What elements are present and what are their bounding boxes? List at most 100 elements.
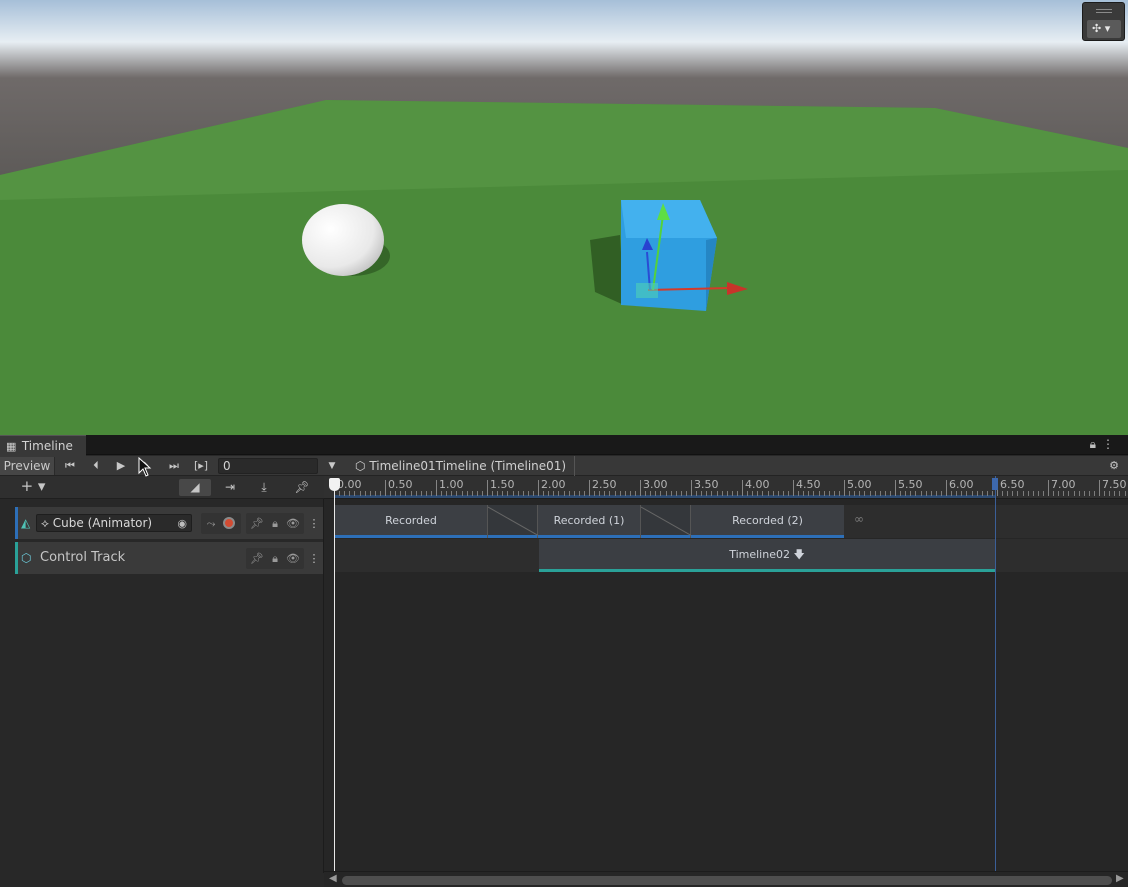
- track-header-control[interactable]: ⬡ Control Track 📌︎ 🔒︎ 👁︎ ⋮: [15, 542, 323, 574]
- timeline-selector-dropdown-icon[interactable]: ▼: [325, 457, 339, 475]
- ruler-label: 7.00: [1051, 478, 1076, 491]
- animator-icon: ⟡: [41, 516, 49, 530]
- ruler-minor-tick: [1104, 491, 1105, 496]
- time-ruler[interactable]: 0.00 0.50 1.00 1.50 2.00 2.50 3.00 3.50 4.00 4.50…: [324, 476, 1128, 499]
- ruler-minor-tick: [788, 491, 789, 496]
- ruler-major-tick: [1048, 480, 1049, 496]
- ruler-minor-tick: [645, 491, 646, 496]
- timeline-asset-icon: ⬡: [355, 459, 366, 473]
- add-track-button[interactable]: + ▾: [17, 479, 49, 496]
- ruler-minor-tick: [752, 491, 753, 496]
- film-icon: ▦: [6, 440, 17, 453]
- mix-mode-icon[interactable]: ⤓: [250, 479, 278, 496]
- ruler-minor-tick: [900, 491, 901, 496]
- ruler-minor-tick: [890, 491, 891, 496]
- ruler-minor-tick: [523, 491, 524, 496]
- ruler-minor-tick: [982, 491, 983, 496]
- timeline-end-handle[interactable]: [992, 478, 998, 490]
- scene-orientation-gizmo-icon[interactable]: ✣ ▾: [1087, 20, 1121, 38]
- scene-orientation-gizmo[interactable]: ✣ ▾: [1082, 2, 1125, 41]
- ruler-minor-tick: [1053, 491, 1054, 496]
- tab-menu-icons[interactable]: 🔒︎⋮: [1090, 437, 1120, 452]
- breadcrumb[interactable]: ⬡ Timeline01Timeline (Timeline01): [355, 457, 566, 475]
- ruler-minor-tick: [615, 491, 616, 496]
- ruler-label: 2.00: [541, 478, 566, 491]
- ruler-minor-tick: [1002, 491, 1003, 496]
- ruler-minor-tick: [528, 491, 529, 496]
- ruler-minor-tick: [344, 491, 345, 496]
- pin-icon[interactable]: 📌︎: [249, 550, 265, 567]
- animation-clip[interactable]: Recorded (2): [691, 505, 844, 538]
- ruler-minor-tick: [905, 491, 906, 496]
- track-header-animation[interactable]: ◭ ⟡ Cube (Animator) ◉ ⤳ 📌︎ 🔒︎ 👁︎ ⋮: [15, 507, 323, 539]
- ruler-major-tick: [895, 480, 896, 496]
- curves-icon[interactable]: ⤳: [203, 515, 219, 532]
- playhead-handle[interactable]: [329, 478, 340, 491]
- sphere-object[interactable]: [302, 204, 384, 276]
- play-icon[interactable]: ▶: [111, 457, 131, 475]
- object-picker-icon[interactable]: ◉: [177, 516, 187, 532]
- track-binding-field[interactable]: ⟡ Cube (Animator) ◉: [36, 514, 192, 532]
- blend-region[interactable]: [487, 505, 539, 538]
- play-range-icon[interactable]: [▸]: [190, 457, 212, 475]
- track-more-icon[interactable]: ⋮: [308, 515, 320, 532]
- eye-icon[interactable]: 👁︎: [285, 550, 301, 567]
- ruler-major-tick: [691, 480, 692, 496]
- ruler-label: 1.00: [439, 478, 464, 491]
- ruler-minor-tick: [870, 491, 871, 496]
- horizontal-scrollbar[interactable]: ◀ ▶: [324, 871, 1128, 887]
- settings-gear-icon[interactable]: ⚙: [1105, 457, 1123, 475]
- ruler-minor-tick: [569, 491, 570, 496]
- ripple-mode-icon[interactable]: ◢: [179, 479, 211, 496]
- marker-pin-icon[interactable]: 📌︎: [292, 479, 312, 496]
- ruler-minor-tick: [829, 491, 830, 496]
- plane-handle[interactable]: [636, 283, 658, 298]
- scrollbar-thumb[interactable]: [342, 876, 1112, 885]
- control-clip[interactable]: Timeline02 🡇: [539, 539, 995, 572]
- playhead-line[interactable]: [334, 483, 335, 871]
- ruler-label: 4.50: [796, 478, 821, 491]
- lock-icon[interactable]: 🔒︎: [267, 550, 283, 567]
- ruler-minor-tick: [711, 491, 712, 496]
- preview-button[interactable]: Preview: [0, 457, 55, 475]
- ruler-minor-tick: [880, 491, 881, 496]
- ruler-minor-tick: [533, 491, 534, 496]
- ruler-minor-tick: [400, 491, 401, 496]
- track-lane-control: Timeline02 🡇: [335, 539, 1128, 572]
- clips-area[interactable]: Recorded Recorded (1) Recorded (2) ∞ Tim…: [324, 499, 1128, 873]
- tab-timeline[interactable]: ▦ Timeline: [0, 435, 86, 456]
- previous-frame-icon[interactable]: ⏴: [86, 457, 106, 475]
- eye-icon[interactable]: 👁︎: [285, 515, 301, 532]
- go-to-last-frame-icon[interactable]: ⏭: [163, 457, 185, 475]
- ruler-minor-tick: [477, 491, 478, 496]
- replace-mode-icon[interactable]: ⇥: [218, 479, 242, 496]
- ruler-minor-tick: [1007, 491, 1008, 496]
- scroll-right-icon[interactable]: ▶: [1116, 873, 1124, 884]
- ruler-minor-tick: [875, 491, 876, 496]
- ruler-minor-tick: [497, 491, 498, 496]
- ruler-minor-tick: [558, 491, 559, 496]
- ruler-minor-tick: [1068, 491, 1069, 496]
- more-vert-icon: ⋮: [1102, 437, 1120, 451]
- track-color-stripe: [15, 507, 18, 539]
- record-button[interactable]: [223, 517, 235, 529]
- ruler-major-tick: [742, 480, 743, 496]
- animation-clip[interactable]: Recorded: [335, 505, 487, 538]
- scroll-left-icon[interactable]: ◀: [329, 873, 337, 884]
- ruler-minor-tick: [936, 491, 937, 496]
- ruler-minor-tick: [609, 491, 610, 496]
- track-more-icon[interactable]: ⋮: [308, 550, 320, 567]
- go-to-first-frame-icon[interactable]: ⏮: [60, 457, 80, 475]
- lock-icon[interactable]: 🔒︎: [267, 515, 283, 532]
- current-frame-field[interactable]: 0: [218, 458, 318, 474]
- ruler-minor-tick: [819, 491, 820, 496]
- animation-track-icon: ◭: [21, 516, 31, 530]
- blend-region[interactable]: [640, 505, 692, 538]
- clip-label: Timeline02 🡇: [729, 548, 805, 561]
- timeline-end-marker[interactable]: [995, 476, 996, 872]
- pin-icon[interactable]: 📌︎: [249, 515, 265, 532]
- animation-clip[interactable]: Recorded (1): [538, 505, 640, 538]
- ruler-minor-tick: [732, 491, 733, 496]
- scene-view[interactable]: ✣ ▾: [0, 0, 1128, 435]
- ruler-minor-tick: [910, 491, 911, 496]
